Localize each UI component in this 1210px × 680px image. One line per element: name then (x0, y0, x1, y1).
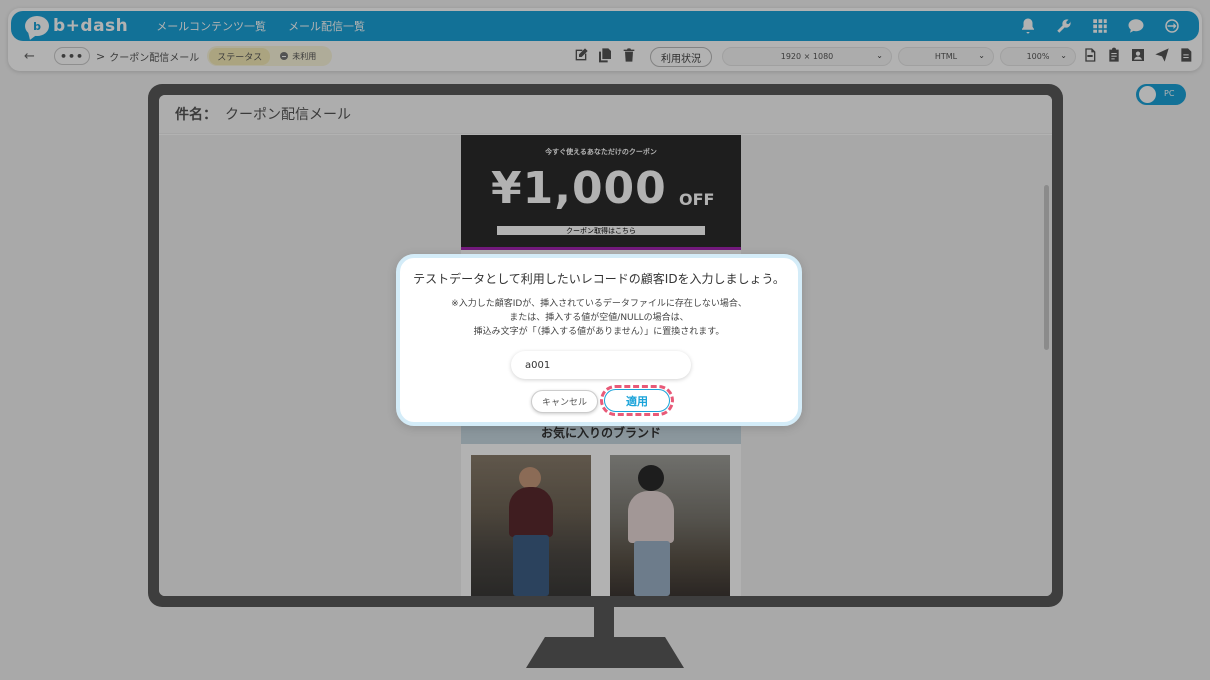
dialog-note: ※入力した顧客IDが、挿入されているデータファイルに存在しない場合、 または、挿… (400, 297, 798, 339)
dialog-note-line: 挿込み文字が「（挿入する値がありません）」に置換されます。 (473, 327, 725, 337)
dialog-title: テストデータとして利用したいレコードの顧客IDを入力しましょう。 (413, 272, 785, 286)
dialog-note-line: ※入力した顧客IDが、挿入されているデータファイルに存在しない場合、 (451, 299, 747, 309)
test-data-dialog: テストデータとして利用したいレコードの顧客IDを入力しましょう。 ※入力した顧客… (396, 254, 802, 426)
cancel-button[interactable]: キャンセル (531, 390, 598, 413)
dialog-note-line: または、挿入する値が空値/NULLの場合は、 (509, 313, 689, 323)
apply-button[interactable]: 適用 (604, 389, 670, 412)
customer-id-input[interactable] (511, 351, 691, 379)
